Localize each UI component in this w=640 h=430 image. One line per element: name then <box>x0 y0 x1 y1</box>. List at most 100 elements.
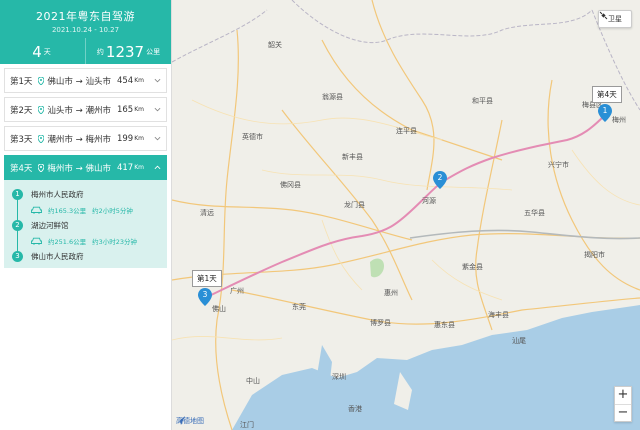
map-canvas[interactable]: 韶关 清远 河源 梅州 广州 佛山 东莞 惠州 深圳 香港 中山 江门 汕尾 揭… <box>172 0 640 430</box>
trip-dates: 2021.10.24 - 10.27 <box>51 26 120 34</box>
segment-distance: 约165.3公里 <box>48 207 87 215</box>
location-pin-icon <box>38 163 45 172</box>
day-route: 佛山市 → 汕头市 <box>47 76 111 87</box>
city-label: 佛冈县 <box>280 181 301 189</box>
city-label: 紫金县 <box>462 263 483 271</box>
day-km-unit: Km <box>134 106 144 113</box>
map-base <box>172 0 640 430</box>
city-label: 江门 <box>240 421 254 429</box>
day-km: 199 <box>116 133 134 144</box>
route-marker-1[interactable]: 1 <box>598 104 612 122</box>
satellite-label: 卫星 <box>608 15 622 23</box>
stop-name: 佛山市人民政府 <box>31 252 84 261</box>
trip-sidebar: 2021年粤东自驾游 2021.10.24 - 10.27 4 天 约 1237… <box>0 0 172 430</box>
chevron-down-icon <box>154 107 161 112</box>
day-km-unit: Km <box>134 164 144 171</box>
day-route: 潮州市 → 梅州市 <box>47 134 111 145</box>
stop-item[interactable]: 3 佛山市人民政府 <box>4 248 167 265</box>
city-label: 海丰县 <box>488 311 509 319</box>
city-label: 汕尾 <box>512 337 526 345</box>
day-km-unit: Km <box>134 135 144 142</box>
segment-info: 约165.3公里 约2小时5分钟 <box>4 203 167 217</box>
location-pin-icon <box>38 76 45 85</box>
city-label: 兴宁市 <box>548 161 569 169</box>
stop-item[interactable]: 2 湖边河鲜馆 <box>4 217 167 234</box>
trip-title: 2021年粤东自驾游 <box>36 10 135 23</box>
distance-prefix: 约 <box>96 48 104 56</box>
day-km: 165 <box>116 104 134 115</box>
chevron-down-icon <box>154 136 161 141</box>
day-route: 梅州市 → 佛山市 <box>47 163 111 174</box>
city-label: 佛山 <box>212 305 226 313</box>
day-label: 第4天 <box>10 163 33 174</box>
city-label: 惠东县 <box>434 321 455 329</box>
city-label: 英德市 <box>242 133 263 141</box>
chevron-up-icon <box>154 165 161 170</box>
days-unit: 天 <box>43 48 51 56</box>
trip-stats: 4 天 约 1237 公里 <box>0 38 171 66</box>
zoom-control: + − <box>614 386 632 422</box>
day-row-4[interactable]: 第4天 梅州市 → 佛山市 417 Km <box>4 155 167 180</box>
stop-name: 湖边河鲜馆 <box>31 221 69 230</box>
city-label: 中山 <box>246 377 260 385</box>
zoom-out-button[interactable]: − <box>615 404 631 421</box>
city-label: 深圳 <box>332 373 346 381</box>
city-label: 河源 <box>422 197 436 205</box>
days-stat: 4 天 <box>0 38 85 66</box>
city-label: 惠州 <box>384 289 398 297</box>
location-pin-icon <box>38 134 45 143</box>
amap-logo-icon <box>176 416 185 425</box>
route-marker-3[interactable]: 3 <box>198 288 212 306</box>
days-count: 4 <box>32 43 42 61</box>
chevron-down-icon <box>154 78 161 83</box>
stop-number: 1 <box>12 189 23 200</box>
trip-header: 2021年粤东自驾游 2021.10.24 - 10.27 4 天 约 1237… <box>0 0 171 66</box>
day-row-3[interactable]: 第3天 潮州市 → 梅州市 199 Km <box>4 126 167 151</box>
day-label: 第2天 <box>10 105 33 116</box>
segment-info: 约251.6公里 约3小时23分钟 <box>4 234 167 248</box>
distance-total: 1237 <box>105 43 145 61</box>
segment-time: 约2小时5分钟 <box>92 207 133 215</box>
day-row-2[interactable]: 第2天 汕头市 → 潮州市 165 Km <box>4 97 167 122</box>
day-label: 第3天 <box>10 134 33 145</box>
segment-time: 约3小时23分钟 <box>92 238 138 246</box>
city-label: 清远 <box>200 209 214 217</box>
city-label: 东莞 <box>292 303 306 311</box>
day-end-tag: 第4天 <box>592 86 622 103</box>
day-km-unit: Km <box>134 77 144 84</box>
city-label: 韶关 <box>268 41 282 49</box>
marker-number: 3 <box>202 290 208 299</box>
city-label: 龙门县 <box>344 201 365 209</box>
distance-stat: 约 1237 公里 <box>85 38 171 66</box>
city-label: 香港 <box>348 405 362 413</box>
day-row-1[interactable]: 第1天 佛山市 → 汕头市 454 Km <box>4 68 167 93</box>
city-label: 广州 <box>230 287 244 295</box>
day-detail-panel: 1 梅州市人民政府 约165.3公里 约2小时5分钟 2 湖边河鲜馆 约251.… <box>4 180 167 268</box>
route-marker-2[interactable]: 2 <box>433 171 447 189</box>
car-icon <box>31 237 42 245</box>
distance-unit: 公里 <box>146 48 161 56</box>
city-label: 博罗县 <box>370 319 391 327</box>
stop-item[interactable]: 1 梅州市人民政府 <box>4 186 167 203</box>
day-km: 454 <box>116 75 134 86</box>
day-start-tag: 第1天 <box>192 270 222 287</box>
stop-number: 2 <box>12 220 23 231</box>
satellite-icon <box>599 11 608 20</box>
city-label: 梅州 <box>612 116 626 124</box>
map-logo: 高德地图 <box>176 416 204 426</box>
city-label: 连平县 <box>396 127 417 135</box>
stop-number: 3 <box>12 251 23 262</box>
stop-name: 梅州市人民政府 <box>31 190 84 199</box>
zoom-in-button[interactable]: + <box>615 387 631 404</box>
city-label: 揭阳市 <box>584 251 605 259</box>
location-pin-icon <box>38 105 45 114</box>
marker-number: 1 <box>602 106 608 115</box>
city-label: 和平县 <box>472 97 493 105</box>
day-label: 第1天 <box>10 76 33 87</box>
car-icon <box>31 206 42 214</box>
satellite-toggle-button[interactable]: 卫星 <box>598 10 632 28</box>
city-label: 五华县 <box>524 209 545 217</box>
marker-number: 2 <box>437 173 443 182</box>
city-label: 新丰县 <box>342 153 363 161</box>
day-km: 417 <box>116 162 134 173</box>
